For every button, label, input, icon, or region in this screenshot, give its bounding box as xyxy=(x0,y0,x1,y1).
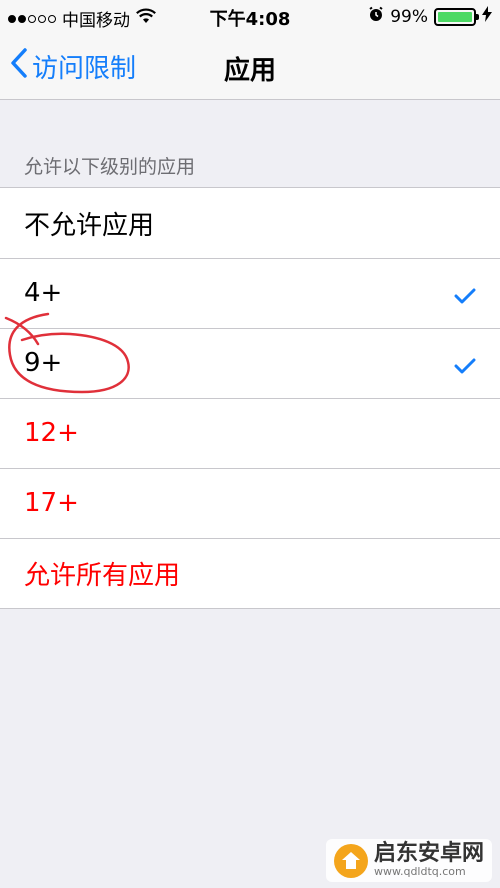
rating-option-label: 9+ xyxy=(24,348,63,378)
watermark-url: www.qdldtq.com xyxy=(373,865,466,878)
page-title: 应用 xyxy=(223,56,276,86)
rating-option-row[interactable]: 9+ xyxy=(0,328,500,398)
battery-icon xyxy=(434,7,479,26)
rating-option-row[interactable]: 12+ xyxy=(0,398,500,468)
watermark-brand: 启东安卓网 xyxy=(373,841,484,866)
status-right: 99% xyxy=(368,6,492,27)
navigation-bar: 访问限制 应用 xyxy=(0,34,500,100)
rating-option-label: 4+ xyxy=(24,278,63,308)
alarm-clock-icon xyxy=(368,6,384,27)
rating-option-row[interactable]: 4+ xyxy=(0,258,500,328)
status-bar: 中国移动 下午4:08 99% xyxy=(0,0,500,34)
rating-option-label: 17+ xyxy=(24,488,79,518)
rating-option-row[interactable]: 不允许应用 xyxy=(0,188,500,258)
checkmark-icon xyxy=(454,352,476,382)
watermark-logo-icon xyxy=(333,843,368,878)
battery-percent: 99% xyxy=(390,6,428,27)
section-header: 允许以下级别的应用 xyxy=(24,156,196,178)
rating-option-label: 不允许应用 xyxy=(24,210,155,241)
rating-option-label: 允许所有应用 xyxy=(24,560,181,591)
rating-option-row[interactable]: 允许所有应用 xyxy=(0,538,500,608)
checkmark-icon xyxy=(454,282,476,312)
rating-option-label: 12+ xyxy=(24,418,79,448)
rating-option-row[interactable]: 17+ xyxy=(0,468,500,538)
rating-options-list: 不允许应用 4+ 9+ 12+ 17+ 允许所有应用 xyxy=(0,187,500,609)
charging-bolt-icon xyxy=(482,6,492,27)
watermark: 启东安卓网 www.qdldtq.com xyxy=(325,839,492,882)
